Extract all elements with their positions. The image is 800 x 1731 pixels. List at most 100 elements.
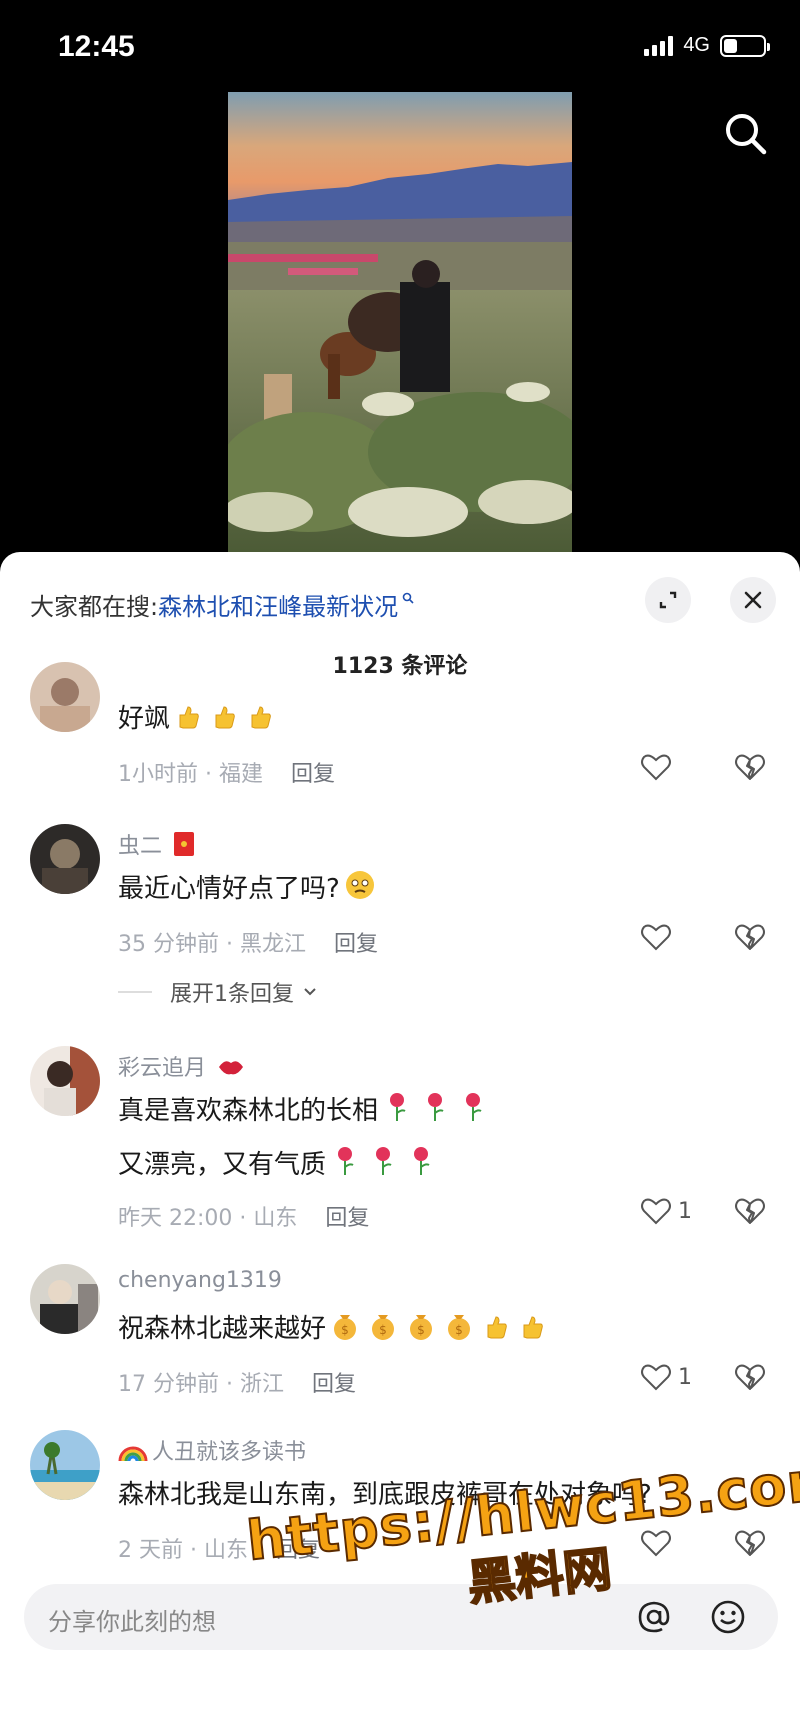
dislike-button[interactable] bbox=[734, 752, 766, 786]
username-text: 人丑就该多读书 bbox=[152, 1440, 307, 1465]
reply-button[interactable]: 回复 bbox=[291, 762, 335, 787]
expand-button[interactable] bbox=[645, 577, 691, 623]
like-button[interactable] bbox=[640, 922, 678, 952]
battery-icon bbox=[720, 34, 770, 57]
money-bag-icon: $ bbox=[330, 1309, 360, 1348]
avatar[interactable] bbox=[30, 662, 100, 732]
chevron-down-icon bbox=[304, 988, 316, 996]
lips-icon bbox=[217, 1055, 245, 1085]
smiley-icon bbox=[711, 1600, 745, 1634]
avatar[interactable] bbox=[30, 1430, 100, 1500]
comment-username[interactable]: 人丑就该多读书 bbox=[118, 1434, 306, 1469]
thumbs-up-icon bbox=[246, 703, 274, 738]
small-search-icon bbox=[402, 592, 414, 604]
comment-username[interactable]: 虫二 bbox=[118, 828, 199, 863]
status-time: 12:45 bbox=[58, 30, 135, 63]
comment-meta: 1小时前 · 福建 回复 bbox=[118, 756, 335, 788]
avatar[interactable] bbox=[30, 1046, 100, 1116]
avatar[interactable] bbox=[30, 824, 100, 894]
like-button[interactable]: 1 bbox=[640, 1362, 692, 1392]
dislike-button[interactable] bbox=[734, 1362, 766, 1396]
dislike-button[interactable] bbox=[734, 1528, 766, 1562]
svg-text:$: $ bbox=[455, 1323, 463, 1337]
search-icon bbox=[726, 114, 767, 155]
comment-time: 17 分钟前 · 浙江 bbox=[118, 1372, 284, 1397]
broken-heart-icon bbox=[735, 1530, 765, 1556]
comment-text: 真是喜欢森林北的长相 bbox=[118, 1090, 492, 1130]
money-bag-icon: $ bbox=[406, 1309, 436, 1348]
comment-line: 好飒 bbox=[118, 704, 171, 734]
rose-icon bbox=[368, 1145, 398, 1184]
thumbs-up-icon bbox=[210, 703, 238, 738]
battery-level bbox=[724, 38, 738, 53]
like-count: 1 bbox=[678, 1198, 692, 1224]
emoji-button[interactable] bbox=[706, 1595, 750, 1639]
like-button[interactable] bbox=[640, 1528, 678, 1558]
expand-icon bbox=[659, 591, 677, 609]
comment-input[interactable]: 分享你此刻的想 bbox=[24, 1584, 778, 1650]
comment-line: 祝森林北越来越好 bbox=[118, 1314, 327, 1344]
money-bag-icon: $ bbox=[444, 1309, 474, 1348]
rainbow-icon bbox=[118, 1441, 148, 1469]
broken-heart-icon bbox=[735, 924, 765, 950]
comment-time: 2 天前 · 山东 bbox=[118, 1538, 248, 1563]
heart-icon bbox=[641, 1364, 671, 1391]
dislike-button[interactable] bbox=[734, 1196, 766, 1230]
heart-icon bbox=[641, 924, 671, 951]
like-button[interactable] bbox=[640, 752, 678, 782]
reply-button[interactable]: 回复 bbox=[276, 1538, 320, 1563]
comment-username[interactable]: 彩云追月 bbox=[118, 1050, 249, 1085]
suggestion-term-link[interactable]: 森林北和汪峰最新状况 bbox=[158, 587, 398, 622]
rose-icon bbox=[330, 1145, 360, 1184]
reply-button[interactable]: 回复 bbox=[325, 1206, 369, 1231]
thumbs-up-icon bbox=[518, 1313, 546, 1348]
comment-sheet: 大家都在搜: 森林北和汪峰最新状况 1123 条评论 好飒 1小时前 · 福建 … bbox=[0, 552, 800, 1731]
broken-heart-icon bbox=[735, 754, 765, 780]
input-placeholder: 分享你此刻的想 bbox=[48, 1608, 216, 1636]
close-icon bbox=[744, 591, 762, 609]
svg-text:$: $ bbox=[379, 1323, 387, 1337]
comment-text: 又漂亮，又有气质 bbox=[118, 1144, 440, 1184]
red-envelope-icon bbox=[173, 831, 195, 863]
search-button[interactable] bbox=[722, 110, 770, 158]
money-bag-icon: $ bbox=[368, 1309, 398, 1348]
comment-meta: 昨天 22:00 · 山东 回复 bbox=[118, 1200, 369, 1232]
network-type: 4G bbox=[683, 34, 710, 56]
comment-text: 最近心情好点了吗? bbox=[118, 868, 380, 908]
comment-time: 35 分钟前 · 黑龙江 bbox=[118, 932, 306, 957]
search-suggestion[interactable]: 大家都在搜: 森林北和汪峰最新状况 bbox=[30, 584, 414, 624]
dislike-button[interactable] bbox=[734, 922, 766, 956]
reply-button[interactable]: 回复 bbox=[312, 1372, 356, 1397]
video-player[interactable] bbox=[228, 92, 572, 552]
mention-button[interactable] bbox=[632, 1595, 676, 1639]
reply-button[interactable]: 回复 bbox=[334, 932, 378, 957]
avatar[interactable] bbox=[30, 1264, 100, 1334]
heart-icon bbox=[641, 1530, 671, 1557]
heart-icon bbox=[641, 754, 671, 781]
broken-heart-icon bbox=[735, 1364, 765, 1390]
username-text: 彩云追月 bbox=[118, 1056, 207, 1081]
thumbs-up-icon bbox=[174, 703, 202, 738]
rose-icon bbox=[406, 1145, 436, 1184]
status-indicators: 4G bbox=[644, 34, 770, 57]
comment-username[interactable]: chenyang1319 bbox=[118, 1268, 282, 1293]
comment-count: 1123 条评论 bbox=[332, 654, 468, 679]
like-button[interactable]: 1 bbox=[640, 1196, 692, 1226]
expand-replies-button[interactable]: 展开1条回复 bbox=[118, 976, 320, 1008]
comment-time: 1小时前 · 福建 bbox=[118, 762, 263, 787]
comment-meta: 35 分钟前 · 黑龙江 回复 bbox=[118, 926, 378, 958]
broken-heart-icon bbox=[735, 1198, 765, 1224]
thumbs-up-icon bbox=[482, 1313, 510, 1348]
divider-line bbox=[118, 991, 152, 993]
comment-line: 最近心情好点了吗? bbox=[118, 874, 340, 904]
comment-line: 森林北我是山东南，到底跟皮裤哥在处对象吗? bbox=[118, 1480, 652, 1510]
comment-text: 祝森林北越来越好 $ $ $ $ bbox=[118, 1308, 550, 1348]
like-count: 1 bbox=[678, 1364, 692, 1390]
svg-text:$: $ bbox=[417, 1323, 425, 1337]
comment-time: 昨天 22:00 · 山东 bbox=[118, 1206, 298, 1231]
username-text: chenyang1319 bbox=[118, 1268, 282, 1293]
comment-item: 好飒 1小时前 · 福建 回复 bbox=[0, 662, 800, 822]
comment-line: 真是喜欢森林北的长相 bbox=[118, 1096, 379, 1126]
close-button[interactable] bbox=[730, 577, 776, 623]
comment-text: 森林北我是山东南，到底跟皮裤哥在处对象吗? bbox=[118, 1474, 652, 1511]
